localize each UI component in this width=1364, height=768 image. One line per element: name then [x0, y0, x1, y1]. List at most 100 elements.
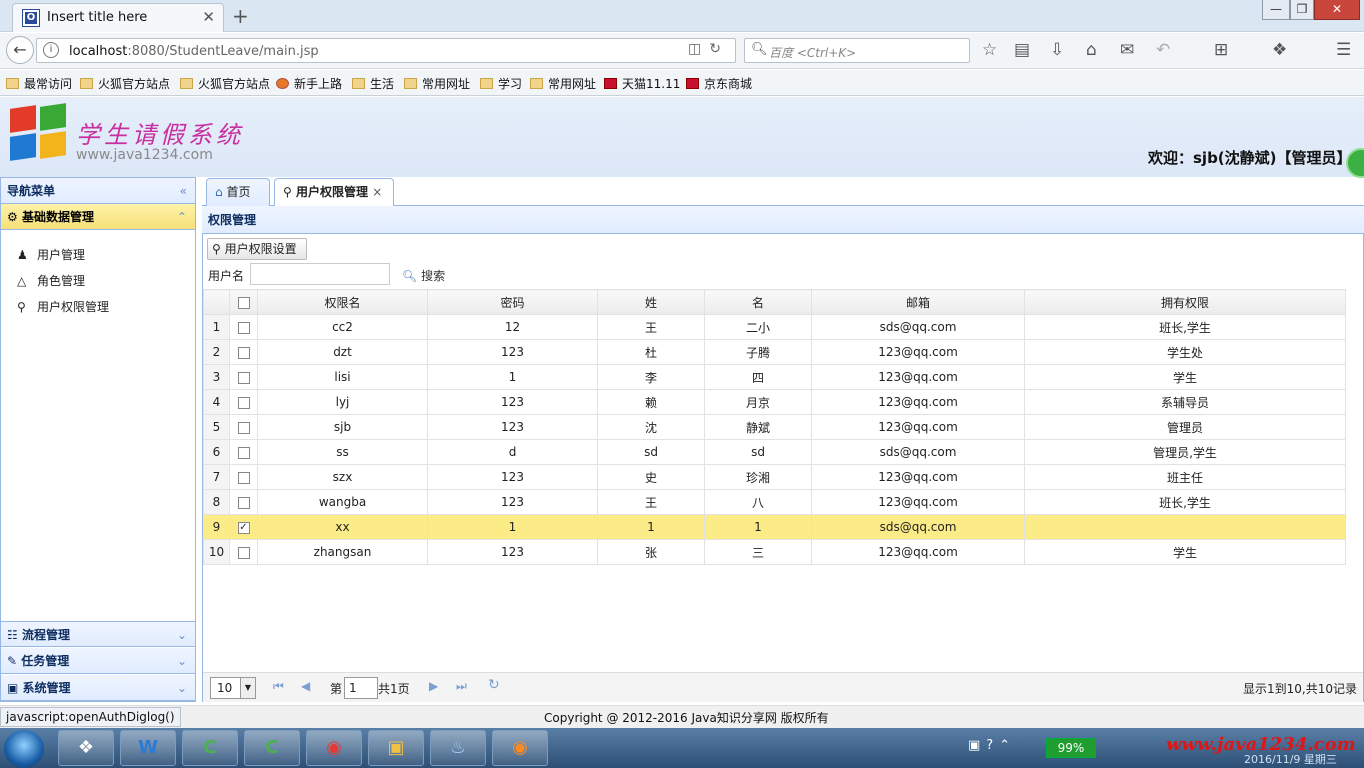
bookmark-item[interactable]: 最常访问 — [6, 75, 72, 92]
battery-indicator[interactable]: 99% — [1046, 738, 1096, 758]
table-row[interactable]: 2 dzt 123 杜子腾 123@qq.com 学生处 — [203, 339, 1346, 365]
prev-page-icon[interactable]: ◀ — [301, 679, 310, 693]
column-header[interactable]: 密码 — [427, 289, 598, 315]
app-header: 学生请假系统 www.java1234.com 欢迎：sjb(沈静斌)【管理员】 — [0, 97, 1364, 177]
bookmark-item[interactable]: 常用网址 — [404, 75, 470, 92]
bookmark-star-icon[interactable]: ☆ — [982, 40, 997, 60]
column-header[interactable]: 姓 — [597, 289, 705, 315]
table-cell: 八 — [704, 489, 812, 515]
start-button[interactable] — [4, 730, 44, 768]
crop-icon[interactable]: ⊞ — [1214, 40, 1228, 60]
table-cell: 123 — [427, 339, 598, 365]
column-header[interactable]: 名 — [704, 289, 812, 315]
home-icon[interactable]: ⌂ — [1086, 40, 1097, 60]
row-number: 2 — [203, 339, 230, 365]
bookmark-item[interactable]: 常用网址 — [530, 75, 596, 92]
bookmark-item[interactable]: 学习 — [480, 75, 522, 92]
download-icon[interactable]: ⇩ — [1050, 40, 1064, 60]
select-all-checkbox[interactable] — [229, 289, 258, 315]
table-cell: szx — [257, 464, 428, 490]
url-bar[interactable]: i localhost:8080/StudentLeave/main.jsp ◫… — [36, 38, 736, 63]
extension-icon[interactable]: ❖ — [1272, 40, 1287, 60]
row-checkbox[interactable] — [229, 389, 258, 415]
new-tab-button[interactable]: + — [232, 4, 249, 28]
sidebar-section-process[interactable]: ☷ 流程管理 ⌄ — [1, 621, 195, 647]
sidebar-item-users[interactable]: ♟ 用户管理 — [17, 246, 85, 263]
table-row[interactable]: 3 lisi 1 李四 123@qq.com 学生 — [203, 364, 1346, 390]
row-checkbox[interactable] — [229, 314, 258, 340]
row-checkbox[interactable] — [229, 489, 258, 515]
back-button[interactable]: ← — [6, 36, 34, 64]
bookmark-item[interactable]: 火狐官方站点 — [80, 75, 170, 92]
table-cell: 123 — [427, 539, 598, 565]
taskbar-camtasia-icon[interactable]: C — [182, 730, 238, 766]
taskbar-word-icon[interactable]: W — [120, 730, 176, 766]
row-checkbox[interactable]: ✓ — [229, 514, 258, 540]
chat-icon[interactable]: ✉ — [1120, 40, 1134, 60]
menu-icon[interactable]: ☰ — [1336, 40, 1351, 60]
collapse-icon[interactable]: « — [180, 178, 187, 204]
row-checkbox[interactable] — [229, 414, 258, 440]
table-row[interactable]: 10 zhangsan 123 张三 123@qq.com 学生 — [203, 539, 1346, 565]
page-size-select[interactable]: 10 ▼ — [210, 677, 256, 699]
next-page-icon[interactable]: ▶ — [429, 679, 438, 693]
sidebar-section-system[interactable]: ▣ 系统管理 ⌄ — [1, 675, 195, 701]
row-checkbox[interactable] — [229, 439, 258, 465]
row-checkbox[interactable] — [229, 464, 258, 490]
table-row[interactable]: 5 sjb 123 沈静斌 123@qq.com 管理员 — [203, 414, 1346, 440]
user-auth-setting-button[interactable]: ⚲ 用户权限设置 — [207, 238, 307, 260]
clock-date[interactable]: 2016/11/9 星期三 — [1244, 751, 1337, 767]
sidebar-section-task[interactable]: ✎ 任务管理 ⌄ — [1, 648, 195, 674]
row-checkbox[interactable] — [229, 339, 258, 365]
tab-close-icon[interactable]: × — [372, 185, 382, 199]
bookmark-item[interactable]: 生活 — [352, 75, 394, 92]
table-row[interactable]: 8 wangba 123 王八 123@qq.com 班长,学生 — [203, 489, 1346, 515]
username-input[interactable] — [250, 263, 390, 285]
bookmark-item[interactable]: 新手上路 — [276, 75, 342, 92]
taskbar-chrome-icon[interactable]: ◉ — [306, 730, 362, 766]
search-button[interactable]: 🔍︎ 搜索 — [402, 267, 445, 284]
search-placeholder: 百度 <Ctrl+K> — [769, 46, 857, 60]
row-checkbox[interactable] — [229, 539, 258, 565]
close-window-button[interactable]: ✕ — [1314, 0, 1360, 20]
table-cell: 1 — [427, 364, 598, 390]
column-header[interactable]: 权限名 — [257, 289, 428, 315]
row-checkbox[interactable] — [229, 364, 258, 390]
minimize-button[interactable]: — — [1262, 0, 1290, 20]
tab-close-icon[interactable]: ✕ — [202, 8, 215, 26]
maximize-button[interactable]: ❐ — [1290, 0, 1314, 20]
bookmark-item[interactable]: 天猫11.11 — [604, 75, 680, 92]
column-header[interactable]: 拥有权限 — [1024, 289, 1346, 315]
browser-tab[interactable]: O Insert title here ✕ — [12, 3, 224, 32]
taskbar-firefox-icon[interactable]: ◉ — [492, 730, 548, 766]
flow-icon: ☷ — [7, 628, 22, 642]
search-bar[interactable]: 🔍︎ 百度 <Ctrl+K> — [744, 38, 970, 63]
taskbar-app-icon[interactable]: ❖ — [58, 730, 114, 766]
taskbar-camtasia-icon[interactable]: C — [244, 730, 300, 766]
tab-user-auth[interactable]: ⚲ 用户权限管理 × — [274, 178, 394, 207]
sidebar-section-basic-data[interactable]: ⚙ 基础数据管理 ⌃ — [1, 204, 195, 230]
taskbar-eclipse-icon[interactable]: ▣ — [368, 730, 424, 766]
table-row[interactable]: 1 cc2 12 王二小 sds@qq.com 班长,学生 — [203, 314, 1346, 340]
table-row[interactable]: 6 ss d sd sd sds@qq.com 管理员,学生 — [203, 439, 1346, 465]
table-row[interactable]: 9 ✓ xx 1 1 1 sds@qq.com — [203, 514, 1346, 540]
refresh-icon[interactable]: ↻ — [488, 677, 500, 693]
taskbar-mysql-icon[interactable]: ♨ — [430, 730, 486, 766]
chevron-down-icon: ⌄ — [176, 628, 187, 642]
sidebar-item-roles[interactable]: △ 角色管理 — [17, 272, 85, 289]
sidebar-item-user-auth[interactable]: ⚲ 用户权限管理 — [17, 298, 109, 315]
bookmark-item[interactable]: 京东商城 — [686, 75, 752, 92]
library-icon[interactable]: ▤ — [1014, 40, 1030, 60]
column-header[interactable]: 邮箱 — [811, 289, 1025, 315]
bookmark-item[interactable]: 火狐官方站点 — [180, 75, 270, 92]
system-tray-icons[interactable]: ▣?⌃ — [968, 738, 1016, 753]
undo-icon[interactable]: ↶ — [1156, 40, 1170, 60]
reload-icon[interactable]: ◫↻ — [688, 41, 729, 57]
table-row[interactable]: 7 szx 123 史珍湘 123@qq.com 班主任 — [203, 464, 1346, 490]
last-page-icon[interactable]: ⏭ — [456, 679, 467, 694]
page-number-input[interactable]: 1 — [344, 677, 378, 699]
tab-home[interactable]: ⌂ 首页 — [206, 178, 270, 206]
first-page-icon[interactable]: ⏮ — [273, 679, 284, 694]
info-icon[interactable]: i — [43, 42, 59, 58]
table-row[interactable]: 4 lyj 123 赖月京 123@qq.com 系辅导员 — [203, 389, 1346, 415]
